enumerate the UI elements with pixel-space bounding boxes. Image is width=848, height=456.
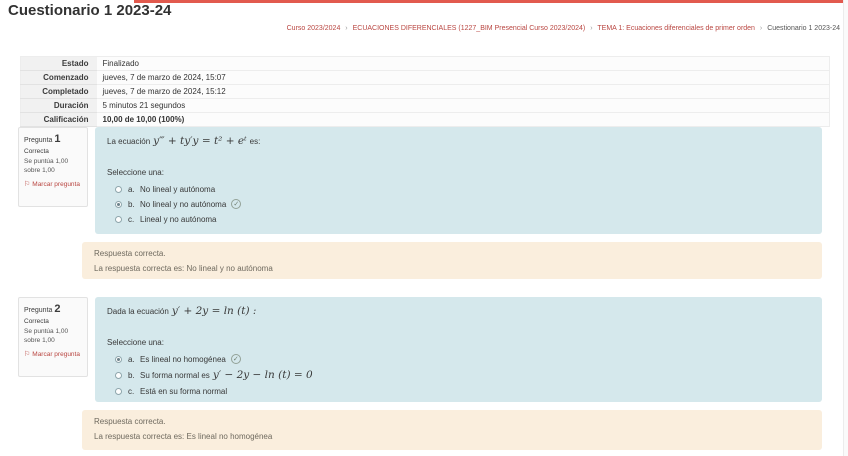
- summary-row: Completado jueves, 7 de marzo de 2024, 1…: [20, 84, 830, 99]
- answer-option-a: a. No lineal y autónoma: [107, 184, 810, 194]
- radio-button[interactable]: [115, 387, 122, 395]
- radio-button[interactable]: [115, 355, 122, 363]
- option-letter: b.: [128, 370, 135, 380]
- option-text: Lineal y no autónoma: [140, 214, 217, 224]
- summary-row-label: Comenzado: [20, 70, 97, 85]
- answer-option-c: c. Lineal y no autónoma: [107, 214, 810, 224]
- summary-row-label: Completado: [20, 84, 97, 99]
- flag-label: Marcar pregunta: [32, 180, 80, 188]
- option-text: Es lineal no homogénea: [140, 354, 226, 364]
- correct-check-icon: ✓: [230, 354, 241, 364]
- breadcrumb-separator: ›: [345, 25, 348, 32]
- question-text: La ecuación y‴ + ty′y = t² + eᵗ es:: [107, 135, 261, 147]
- summary-row: Calificación 10,00 de 10,00 (100%): [20, 112, 830, 127]
- option-letter: c.: [128, 214, 135, 224]
- question-1-body: La ecuación y‴ + ty′y = t² + eᵗ es: Selecc…: [95, 127, 822, 234]
- summary-row-value: Finalizado: [96, 56, 830, 71]
- flag-question-link[interactable]: ⚐ Marcar pregunta: [24, 180, 82, 190]
- breadcrumb-link-topic[interactable]: TEMA 1: Ecuaciones diferenciales de prim…: [597, 25, 755, 32]
- flag-question-link[interactable]: ⚐ Marcar pregunta: [24, 350, 82, 360]
- answer-options: a. Es lineal no homogénea ✓ b. Su forma …: [107, 354, 810, 396]
- summary-row: Duración 5 minutos 21 segundos: [20, 98, 830, 113]
- radio-button[interactable]: [115, 371, 122, 379]
- select-one-label: Seleccione una:: [107, 168, 164, 177]
- breadcrumb-link-course[interactable]: Curso 2023/2024: [287, 25, 341, 32]
- radio-button[interactable]: [115, 185, 122, 193]
- option-text: No lineal y autónoma: [140, 184, 216, 194]
- option-letter: b.: [128, 199, 135, 209]
- option-text: Está en su forma normal: [140, 386, 228, 396]
- option-letter: a.: [128, 354, 135, 364]
- equation: y′ − 2y − ln (t) = 0: [212, 369, 313, 381]
- question-number: Pregunta 2: [24, 303, 61, 315]
- question-points: Se puntúa 1,00 sobre 1,00: [24, 158, 69, 174]
- select-one-label: Seleccione una:: [107, 338, 164, 347]
- answer-option-c: c. Está en su forma normal: [107, 386, 810, 396]
- correct-check-icon: ✓: [231, 199, 242, 209]
- breadcrumb-separator: ›: [759, 25, 763, 32]
- summary-row-value: jueves, 7 de marzo de 2024, 15:07: [96, 70, 830, 85]
- question-1-info-card: Pregunta 1 Correcta Se puntúa 1,00 sobre …: [18, 127, 88, 207]
- question-points: Se puntúa 1,00 sobre 1,00: [24, 328, 69, 344]
- option-text: Su forma normal es: [140, 370, 210, 380]
- equation: y‴ + ty′y = t² + eᵗ: [153, 135, 247, 147]
- answer-option-b: b. No lineal y no autónoma ✓: [107, 199, 810, 209]
- summary-row-value: jueves, 7 de marzo de 2024, 15:12: [96, 84, 830, 99]
- question-status: Correcta: [24, 318, 49, 325]
- top-accent-bar: [134, 0, 848, 3]
- option-letter: a.: [128, 184, 135, 194]
- attempt-summary-table: Estado Finalizado Comenzado jueves, 7 de…: [20, 56, 830, 127]
- breadcrumb: Curso 2023/2024 › ECUACIONES DIFERENCIAL…: [287, 25, 840, 32]
- answer-option-a: a. Es lineal no homogénea ✓: [107, 354, 810, 364]
- flag-icon: ⚐: [24, 180, 31, 188]
- question-2-feedback: Respuesta correcta. La respuesta correct…: [82, 410, 822, 450]
- radio-button[interactable]: [115, 215, 122, 223]
- answer-option-b: b. Su forma normal es y′ − 2y − ln (t) =…: [107, 369, 810, 381]
- question-2-info-card: Pregunta 2 Correcta Se puntúa 1,00 sobre …: [18, 297, 88, 377]
- summary-row-value: 10,00 de 10,00 (100%): [96, 112, 830, 127]
- question-1-feedback: Respuesta correcta. La respuesta correct…: [82, 242, 822, 279]
- summary-row: Comenzado jueves, 7 de marzo de 2024, 15…: [20, 70, 830, 85]
- question-2-body: Dada la ecuación y′ + 2y = ln (t) : Selec…: [95, 297, 822, 402]
- radio-button[interactable]: [115, 200, 122, 208]
- scrollbar[interactable]: [843, 0, 848, 456]
- summary-row-label: Estado: [20, 56, 97, 71]
- flag-icon: ⚐: [24, 350, 31, 358]
- breadcrumb-link-subject[interactable]: ECUACIONES DIFERENCIALES (1227_BIM Prese…: [353, 25, 586, 32]
- feedback-text: La respuesta correcta es: Es lineal no h…: [94, 432, 273, 441]
- question-number: Pregunta 1: [24, 133, 61, 145]
- page-title: Cuestionario 1 2023-24: [8, 2, 172, 19]
- feedback-title: Respuesta correcta.: [94, 249, 166, 258]
- question-status: Correcta: [24, 148, 49, 155]
- breadcrumb-separator: ›: [590, 25, 593, 32]
- summary-row-value: 5 minutos 21 segundos: [96, 98, 830, 113]
- equation: y′ + 2y = ln (t) :: [171, 305, 257, 317]
- flag-label: Marcar pregunta: [32, 350, 80, 358]
- breadcrumb-current: Cuestionario 1 2023-24: [767, 25, 840, 32]
- option-letter: c.: [128, 386, 135, 396]
- feedback-title: Respuesta correcta.: [94, 417, 166, 426]
- question-text: Dada la ecuación y′ + 2y = ln (t) :: [107, 305, 257, 317]
- option-text: No lineal y no autónoma: [140, 199, 227, 209]
- answer-options: a. No lineal y autónoma b. No lineal y n…: [107, 184, 810, 224]
- summary-row-label: Calificación: [20, 112, 97, 127]
- feedback-text: La respuesta correcta es: No lineal y no…: [94, 264, 273, 273]
- summary-row: Estado Finalizado: [20, 56, 830, 71]
- summary-row-label: Duración: [20, 98, 97, 113]
